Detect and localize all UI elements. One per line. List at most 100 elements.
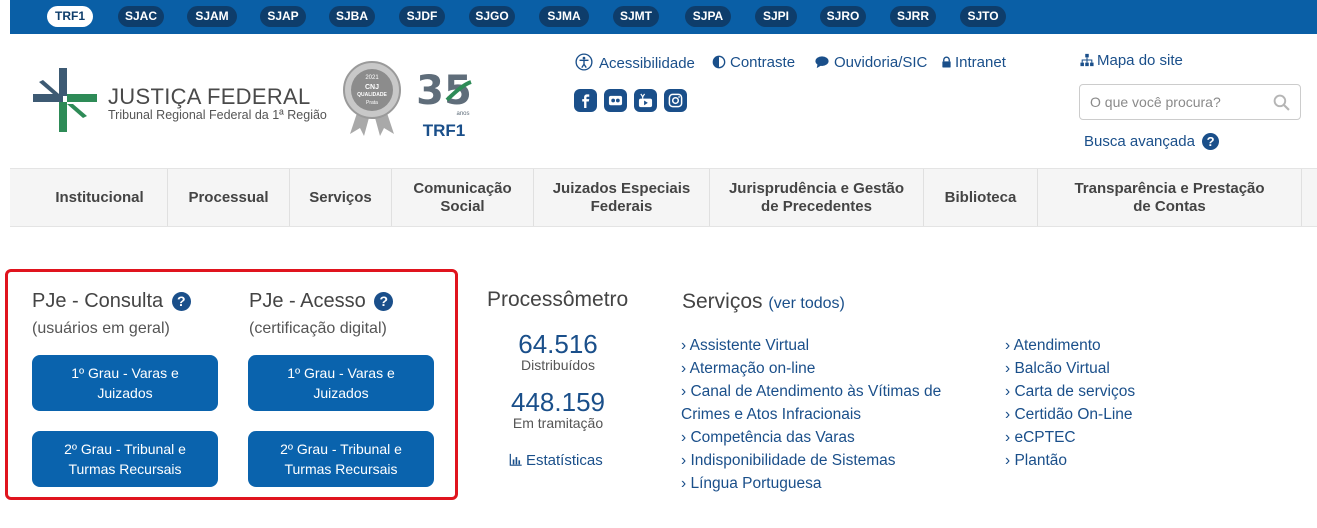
pje-consulta-title-text: PJe - Consulta [32,290,164,312]
nav-servicos[interactable]: Serviços [290,169,392,226]
contrast-link[interactable]: Contraste [712,53,795,73]
pending-label: Em tramitação [512,415,604,431]
youtube-icon [638,93,653,108]
seal-line1: CNJ [365,84,379,91]
quality-seal-icon: 2021 CNJ QUALIDADE Prata [343,61,401,136]
statistics-link[interactable]: Estatísticas [508,452,603,469]
intranet-label: Intranet [955,54,1006,71]
anniversary-logo-icon: 35 anos TRF1 [416,68,472,140]
processometro-title: Processômetro [487,288,629,311]
accessibility-icon [575,53,593,71]
instagram-button[interactable] [664,89,687,112]
unit-bar: TRF1 SJAC SJAM SJAP SJBA SJDF SJGO SJMA … [10,0,1317,34]
service-link[interactable]: › Atendimento [1005,334,1225,357]
ombudsman-label: Ouvidoria/SIC [834,54,928,71]
service-link[interactable]: › eCPTEC [1005,426,1225,449]
service-link[interactable]: › Atermação on-line [681,357,981,380]
advanced-search-label: Busca avançada [1084,133,1195,150]
distributed-label: Distribuídos [521,357,595,373]
unit-tab-sjmt[interactable]: SJMT [613,6,659,27]
instagram-icon [668,93,683,108]
facebook-button[interactable] [574,89,597,112]
unit-tab-sjap[interactable]: SJAP [260,6,306,27]
anniv-word: anos [456,111,469,117]
service-link[interactable]: › Canal de Atendimento às Vítimas de Cri… [681,380,966,426]
chat-bubble-icon [815,56,829,69]
anniv-number: 35 [416,68,472,114]
contrast-icon [712,55,726,69]
advanced-search-link[interactable]: Busca avançada ? [1084,133,1220,150]
nav-institucional[interactable]: Institucional [32,169,168,226]
unit-tab-sjma[interactable]: SJMA [539,6,589,27]
sitemap-link[interactable]: Mapa do site [1079,52,1183,69]
accessibility-link[interactable]: Acessibilidade [573,53,695,73]
search-icon[interactable] [1273,94,1290,111]
pje-acesso-second-degree-button[interactable]: 2º Grau - Tribunal e Turmas Recursais [248,431,434,487]
service-link[interactable]: › Plantão [1005,449,1225,472]
unit-tab-sjac[interactable]: SJAC [118,6,164,27]
pje-consulta-second-degree-button[interactable]: 2º Grau - Tribunal e Turmas Recursais [32,431,218,487]
services-see-all-link[interactable]: (ver todos) [768,295,844,312]
ombudsman-link[interactable]: Ouvidoria/SIC [814,53,927,73]
intranet-link[interactable]: Intranet [941,53,1006,73]
unit-tab-sjro[interactable]: SJRO [820,6,866,27]
pje-consulta-first-degree-button[interactable]: 1º Grau - Varas e Juizados [32,355,218,411]
pje-acesso-subtitle: (certificação digital) [249,320,387,337]
service-link[interactable]: › Competência das Varas [681,426,981,449]
brand-subtitle: Tribunal Regional Federal da 1ª Região [108,108,327,122]
seal-line2: QUALIDADE [357,92,387,98]
nav-comunicacao-social[interactable]: Comunicação Social [392,169,534,226]
service-link[interactable]: › Certidão On-Line [1005,403,1225,426]
pje-consulta-subtitle: (usuários em geral) [32,320,170,337]
lock-icon [942,56,951,68]
unit-tab-sjam[interactable]: SJAM [187,6,237,27]
pje-acesso-title: PJe - Acesso ? [249,290,394,313]
anniv-label: TRF1 [423,121,466,140]
youtube-button[interactable] [634,89,657,112]
pje-acesso-title-text: PJe - Acesso [249,290,366,312]
brand-title[interactable]: JUSTIÇA FEDERAL [108,84,311,110]
bar-chart-icon [509,453,522,466]
pje-consulta-title: PJe - Consulta ? [32,290,191,313]
nav-processual[interactable]: Processual [168,169,290,226]
unit-tab-sjrr[interactable]: SJRR [890,6,936,27]
nav-jurisprudencia[interactable]: Jurisprudência e Gestão de Precedentes [710,169,924,226]
unit-tab-sjto[interactable]: SJTO [960,6,1006,27]
unit-tab-sjgo[interactable]: SJGO [469,6,515,27]
accessibility-label: Acessibilidade [599,55,695,72]
services-title: Serviços (ver todos) [682,290,845,314]
pje-consulta-help-icon[interactable]: ? [171,292,191,311]
pje-acesso-first-degree-button[interactable]: 1º Grau - Varas e Juizados [248,355,434,411]
seal-line3: Prata [366,100,378,106]
unit-tab-sjdf[interactable]: SJDF [399,6,445,27]
statistics-label: Estatísticas [526,452,603,469]
unit-tab-sjba[interactable]: SJBA [329,6,375,27]
search-input[interactable] [1090,93,1265,111]
service-link[interactable]: › Indisponibilidade de Sistemas [681,449,981,472]
distributed-count: 64.516 [518,329,598,359]
services-title-text: Serviços [682,290,763,313]
help-icon[interactable]: ? [1202,133,1220,150]
pending-count: 448.159 [511,387,605,417]
unit-tab-trf1[interactable]: TRF1 [47,6,93,27]
service-link[interactable]: › Carta de serviços [1005,380,1225,403]
service-link[interactable]: › Língua Portuguesa [681,472,981,495]
service-link[interactable]: › Assistente Virtual [681,334,981,357]
flickr-button[interactable] [604,89,627,112]
search-box [1079,84,1301,120]
sitemap-icon [1080,53,1094,67]
contrast-label: Contraste [730,54,796,71]
nav-transparencia[interactable]: Transparência e Prestação de Contas [1038,169,1302,226]
sitemap-label: Mapa do site [1097,52,1183,69]
flickr-icon [608,95,623,106]
justica-federal-logo-icon[interactable] [31,66,99,134]
unit-tab-sjpi[interactable]: SJPI [755,6,797,27]
service-link[interactable]: › Balcão Virtual [1005,357,1225,380]
seal-year: 2021 [365,75,379,81]
unit-tab-sjpa[interactable]: SJPA [685,6,731,27]
main-nav: Institucional Processual Serviços Comuni… [10,168,1317,227]
nav-biblioteca[interactable]: Biblioteca [924,169,1038,226]
pje-acesso-help-icon[interactable]: ? [374,292,394,311]
facebook-icon [582,94,590,108]
nav-juizados-especiais[interactable]: Juizados Especiais Federais [534,169,710,226]
